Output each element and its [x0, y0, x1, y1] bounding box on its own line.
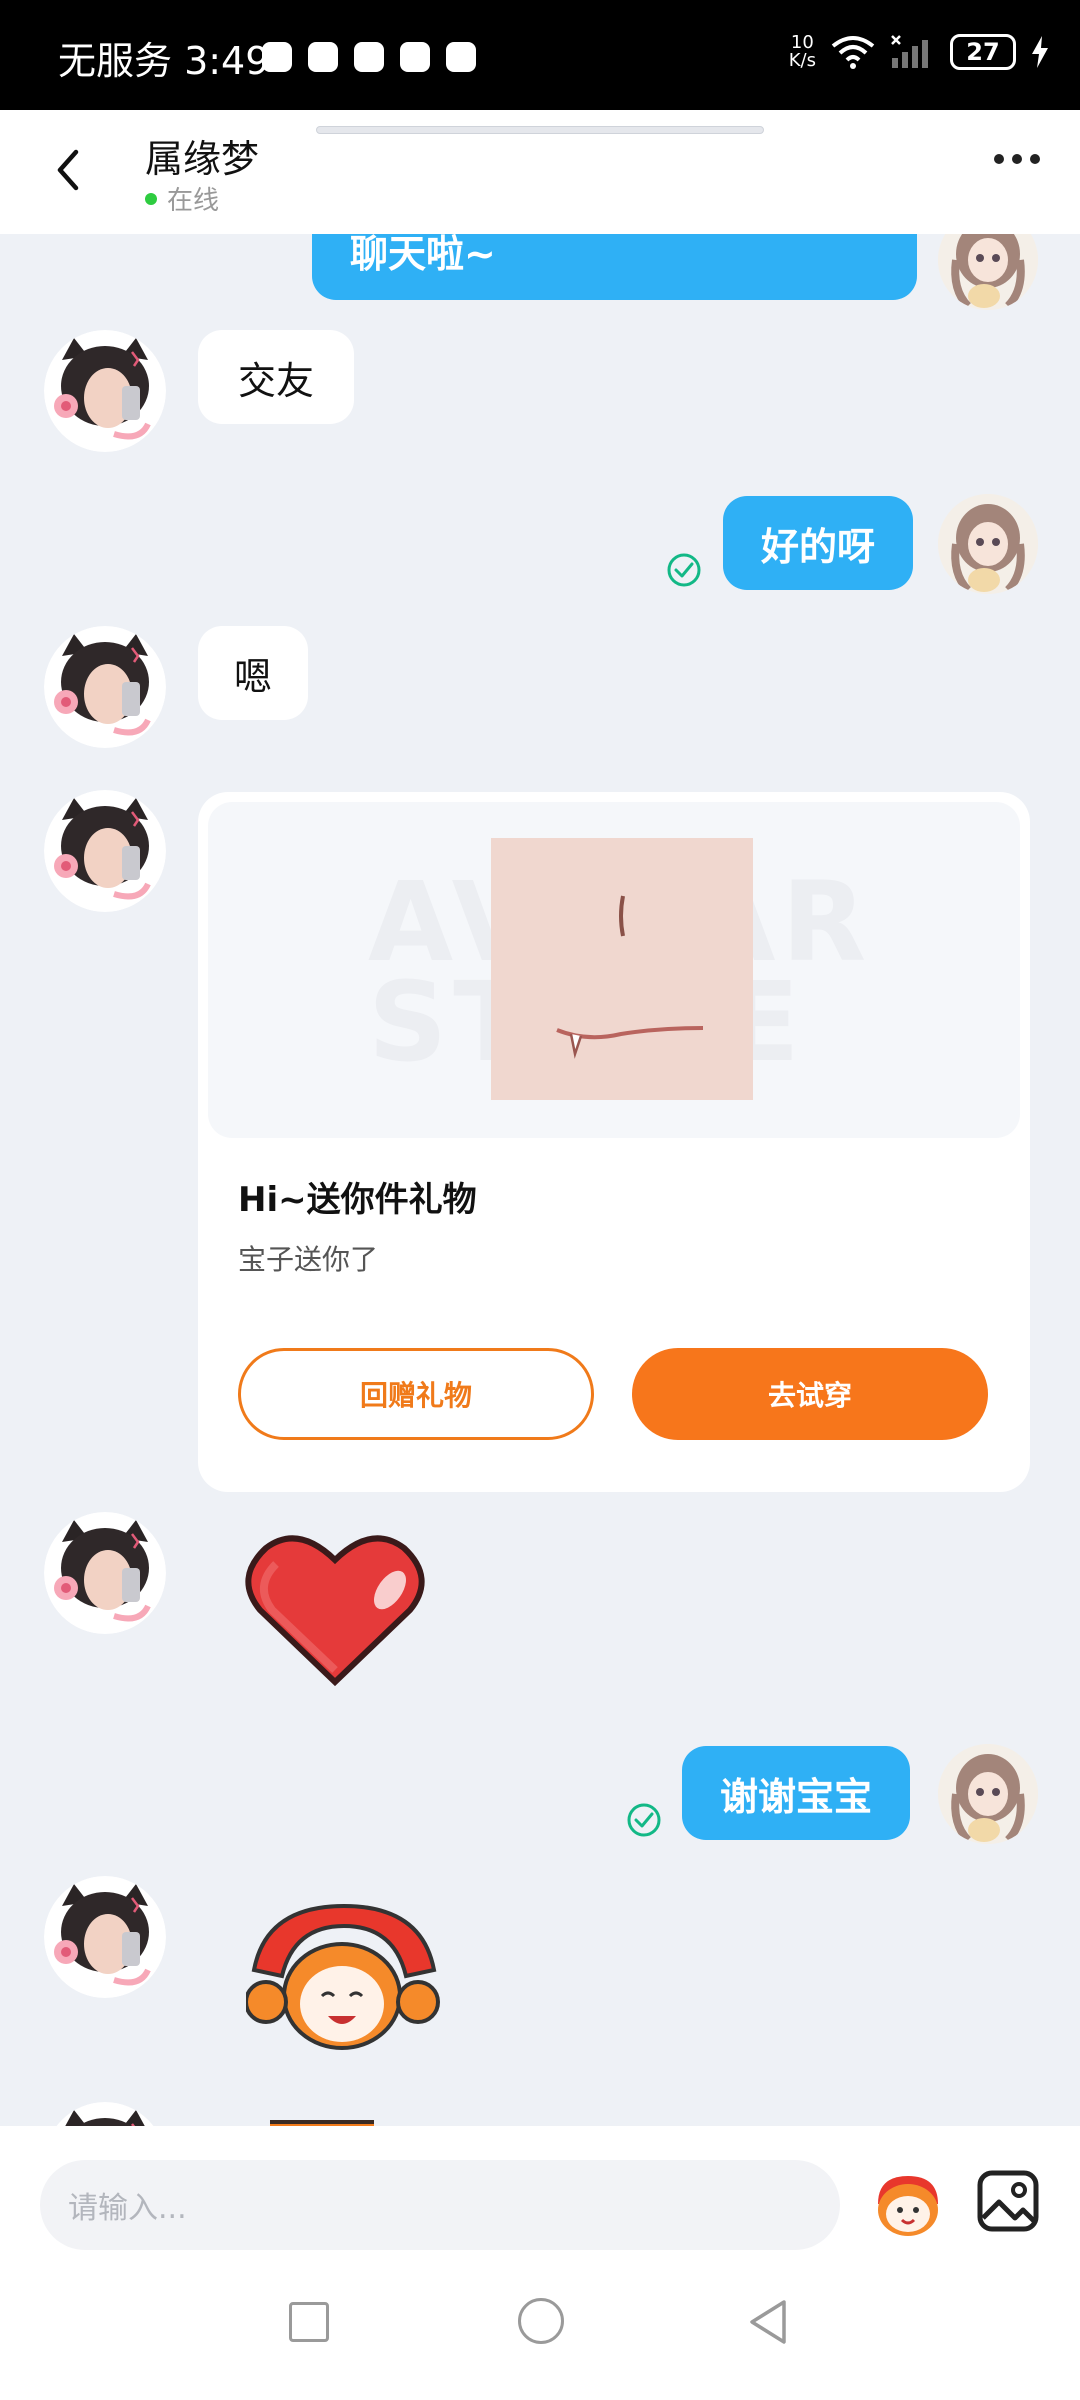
battery-indicator: 27 — [950, 34, 1016, 70]
contact-name[interactable]: 属缘梦 — [145, 128, 259, 183]
online-status: 在线 — [145, 180, 219, 217]
drag-handle[interactable] — [316, 126, 764, 134]
image-picker-icon[interactable] — [975, 2168, 1041, 2234]
home-button[interactable] — [518, 2298, 564, 2344]
message-bubble-self[interactable]: 聊天啦~ — [312, 234, 917, 300]
gift-subtitle: 宝子送你了 — [238, 1243, 379, 1276]
notification-icon — [308, 42, 338, 72]
message-text: 聊天啦~ — [350, 234, 496, 276]
chat-header: 属缘梦 在线 — [0, 110, 1080, 234]
notification-icon — [262, 42, 292, 72]
notification-icon — [446, 42, 476, 72]
heart-sticker-icon[interactable] — [242, 1530, 428, 1690]
online-status-text: 在线 — [167, 186, 220, 216]
online-dot-icon — [145, 192, 157, 205]
message-text: 谢谢宝宝 — [720, 1774, 873, 1819]
notification-icon — [400, 42, 430, 72]
signal-icon — [891, 35, 928, 68]
more-options-icon[interactable] — [994, 154, 1040, 164]
back-icon[interactable] — [40, 140, 100, 200]
recents-button[interactable] — [289, 2302, 329, 2342]
message-bubble-self[interactable]: 谢谢宝宝 — [682, 1746, 911, 1840]
message-input[interactable]: 请输入... — [40, 2160, 840, 2250]
message-text: 好的呀 — [761, 524, 876, 569]
read-check-icon — [666, 552, 702, 588]
contact-avatar[interactable] — [44, 626, 166, 748]
return-gift-button[interactable]: 回赠礼物 — [238, 1348, 594, 1440]
wifi-icon — [831, 36, 875, 69]
message-text: 交友 — [238, 358, 315, 403]
contact-avatar[interactable] — [44, 1876, 166, 1998]
chat-messages[interactable]: 聊天啦~ 交友 好的呀 嗯 AVATAR STORE Hi~送你件礼物 宝子送你… — [0, 234, 1080, 2126]
message-bubble-contact[interactable]: 嗯 — [198, 626, 309, 720]
read-check-icon — [626, 1802, 662, 1838]
contact-avatar[interactable] — [44, 330, 166, 452]
gift-image-area: AVATAR STORE — [208, 802, 1020, 1138]
gift-card[interactable]: AVATAR STORE Hi~送你件礼物 宝子送你了 回赠礼物 去试穿 — [198, 792, 1030, 1492]
status-bar: 无服务 3:49 10 K/s 27 — [0, 0, 1080, 110]
system-nav-bar — [0, 2266, 1080, 2400]
try-on-button[interactable]: 去试穿 — [632, 1348, 988, 1440]
status-right: 10 K/s 27 — [789, 34, 1050, 70]
contact-avatar[interactable] — [44, 790, 166, 912]
my-avatar[interactable] — [938, 234, 1038, 310]
contact-avatar[interactable] — [44, 1512, 166, 1634]
message-text: 嗯 — [234, 654, 273, 699]
net-speed: 10 K/s — [788, 32, 816, 71]
gift-item-image[interactable] — [491, 838, 753, 1100]
nav-back-icon[interactable] — [746, 2298, 790, 2346]
message-bubble-contact[interactable]: 交友 — [198, 330, 355, 424]
my-avatar[interactable] — [938, 1744, 1038, 1844]
message-bubble-self[interactable]: 好的呀 — [723, 496, 914, 590]
notification-icon — [354, 42, 384, 72]
composer-bar: 请输入... — [0, 2126, 1080, 2266]
notification-icons — [262, 42, 476, 72]
gift-title: Hi~送你件礼物 — [238, 1180, 477, 1220]
character-sticker-icon[interactable] — [246, 1900, 442, 2056]
emoji-sticker-icon[interactable] — [870, 2170, 946, 2240]
carrier-time: 无服务 3:49 — [58, 39, 270, 83]
my-avatar[interactable] — [938, 494, 1038, 594]
contact-avatar[interactable] — [44, 2102, 166, 2126]
charging-icon — [1032, 36, 1048, 68]
